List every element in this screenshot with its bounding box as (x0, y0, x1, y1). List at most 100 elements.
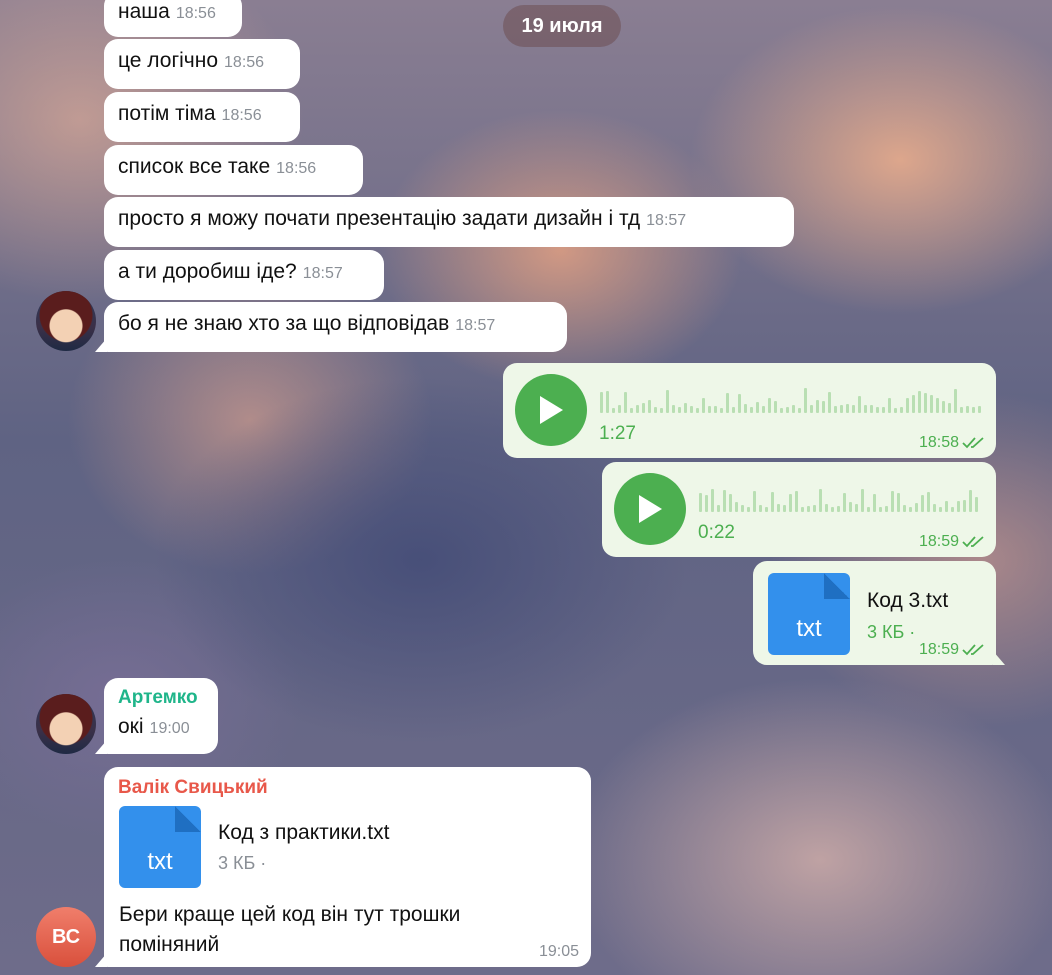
waveform-bar (636, 405, 639, 413)
contact-avatar[interactable]: ВС (36, 907, 96, 967)
waveform-bar (780, 408, 783, 413)
sender-name[interactable]: Артемко (118, 687, 204, 709)
message-time: 18:56 (224, 54, 265, 71)
message-time: 19:05 (538, 943, 579, 960)
waveform-bar (795, 491, 798, 512)
waveform-bar (774, 401, 777, 413)
waveform-bar (807, 506, 810, 512)
waveform-bar (771, 492, 774, 512)
waveform-bar (945, 501, 948, 512)
waveform-bar (933, 504, 936, 512)
waveform-bar (678, 407, 681, 413)
waveform-bar (852, 405, 855, 413)
message-bubble[interactable]: просто я можу почати презентацію задати … (104, 197, 794, 247)
message-time: 18:56 (175, 5, 216, 22)
message-bubble[interactable]: Артемко окі 19:00 (104, 678, 218, 754)
waveform-bar (741, 505, 744, 512)
sender-name[interactable]: Валік Свицький (118, 777, 577, 799)
waveform-bar (915, 503, 918, 512)
waveform-bar (654, 407, 657, 413)
message-bubble[interactable]: а ти доробиш іде? 18:57 (104, 250, 384, 300)
contact-avatar[interactable] (36, 291, 96, 351)
contact-avatar[interactable] (36, 694, 96, 754)
voice-waveform[interactable] (600, 385, 981, 413)
file-fold (175, 806, 201, 832)
voice-waveform[interactable] (699, 484, 978, 512)
waveform-bar (711, 489, 714, 512)
waveform-bar (825, 504, 828, 512)
waveform-bar (975, 497, 978, 512)
file-size: 3 КБ · (218, 853, 267, 873)
waveform-bar (939, 507, 942, 512)
waveform-bar (819, 489, 822, 512)
message-bubble[interactable]: наша 18:56 (104, 0, 242, 37)
waveform-bar (660, 408, 663, 413)
message-text: бо я не знаю хто за що відповідав (118, 312, 450, 335)
waveform-bar (762, 406, 765, 413)
waveform-bar (732, 407, 735, 413)
file-extension: txt (796, 615, 822, 642)
waveform-bar (759, 505, 762, 512)
waveform-bar (747, 507, 750, 512)
play-button[interactable] (515, 374, 587, 446)
waveform-bar (822, 401, 825, 413)
voice-duration: 1:27 (599, 423, 636, 444)
double-check-icon (962, 644, 984, 656)
file-name[interactable]: Код з практики.txt (218, 821, 389, 845)
message-time: 18:57 (302, 265, 343, 282)
waveform-bar (828, 392, 831, 413)
message-time: 18:57 (646, 212, 687, 229)
message-bubble[interactable]: бо я не знаю хто за що відповідав 18:57 (104, 302, 567, 352)
file-size: 3 КБ · (867, 622, 916, 642)
waveform-bar (666, 390, 669, 413)
waveform-bar (714, 406, 717, 413)
file-name[interactable]: Код 3.txt (867, 589, 948, 613)
message-time: 18:59 (919, 641, 986, 659)
waveform-bar (840, 405, 843, 413)
message-text-line: Бери краще цей код він тут трошки (119, 903, 461, 926)
message-bubble[interactable]: список все таке 18:56 (104, 145, 363, 195)
play-icon (540, 396, 563, 424)
waveform-bar (897, 493, 900, 512)
waveform-bar (846, 404, 849, 413)
message-bubble[interactable]: Валік Свицький txt Код з практики.txt 3 … (104, 767, 591, 967)
waveform-bar (879, 507, 882, 512)
message-text: окі (118, 715, 144, 738)
waveform-bar (876, 407, 879, 413)
file-fold (824, 573, 850, 599)
waveform-bar (960, 407, 963, 413)
waveform-bar (843, 493, 846, 512)
waveform-bar (723, 490, 726, 512)
voice-message[interactable]: 1:27 18:58 (503, 363, 996, 458)
waveform-bar (864, 405, 867, 413)
waveform-bar (768, 398, 771, 413)
waveform-bar (906, 398, 909, 413)
waveform-bar (900, 407, 903, 413)
play-button[interactable] (614, 473, 686, 545)
waveform-bar (924, 393, 927, 413)
waveform-bar (948, 403, 951, 413)
waveform-bar (690, 406, 693, 413)
message-bubble[interactable]: потім тіма 18:56 (104, 92, 300, 142)
waveform-bar (717, 505, 720, 512)
file-icon[interactable]: txt (119, 806, 201, 888)
waveform-bar (750, 407, 753, 413)
waveform-bar (834, 406, 837, 413)
waveform-bar (858, 396, 861, 413)
voice-message[interactable]: 0:22 18:59 (602, 462, 996, 557)
message-text: а ти доробиш іде? (118, 260, 297, 283)
waveform-bar (606, 391, 609, 413)
avatar-image (36, 291, 96, 351)
waveform-bar (927, 492, 930, 512)
waveform-bar (705, 495, 708, 512)
waveform-bar (804, 388, 807, 413)
waveform-bar (765, 507, 768, 512)
waveform-bar (861, 489, 864, 512)
message-bubble[interactable]: це логічно 18:56 (104, 39, 300, 89)
waveform-bar (618, 405, 621, 413)
double-check-icon (962, 536, 984, 548)
message-time: 18:56 (221, 107, 262, 124)
file-message[interactable]: txt Код 3.txt 3 КБ · 18:59 (753, 561, 996, 665)
file-icon[interactable]: txt (768, 573, 850, 655)
waveform-bar (870, 405, 873, 413)
